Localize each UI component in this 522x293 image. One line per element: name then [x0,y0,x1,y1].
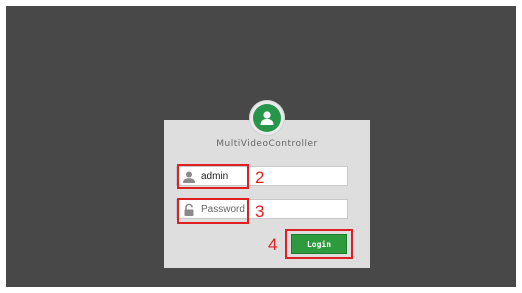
step-number-password: 3 [255,202,265,221]
login-highlight-box [285,229,353,259]
password-highlight-box [177,198,249,224]
app-title: MultiVideoController [216,139,318,149]
username-highlight-box [177,164,249,189]
step-number-username: 2 [255,168,265,187]
user-avatar-icon [260,111,274,125]
step-number-login: 4 [268,235,278,254]
avatar [249,100,285,136]
